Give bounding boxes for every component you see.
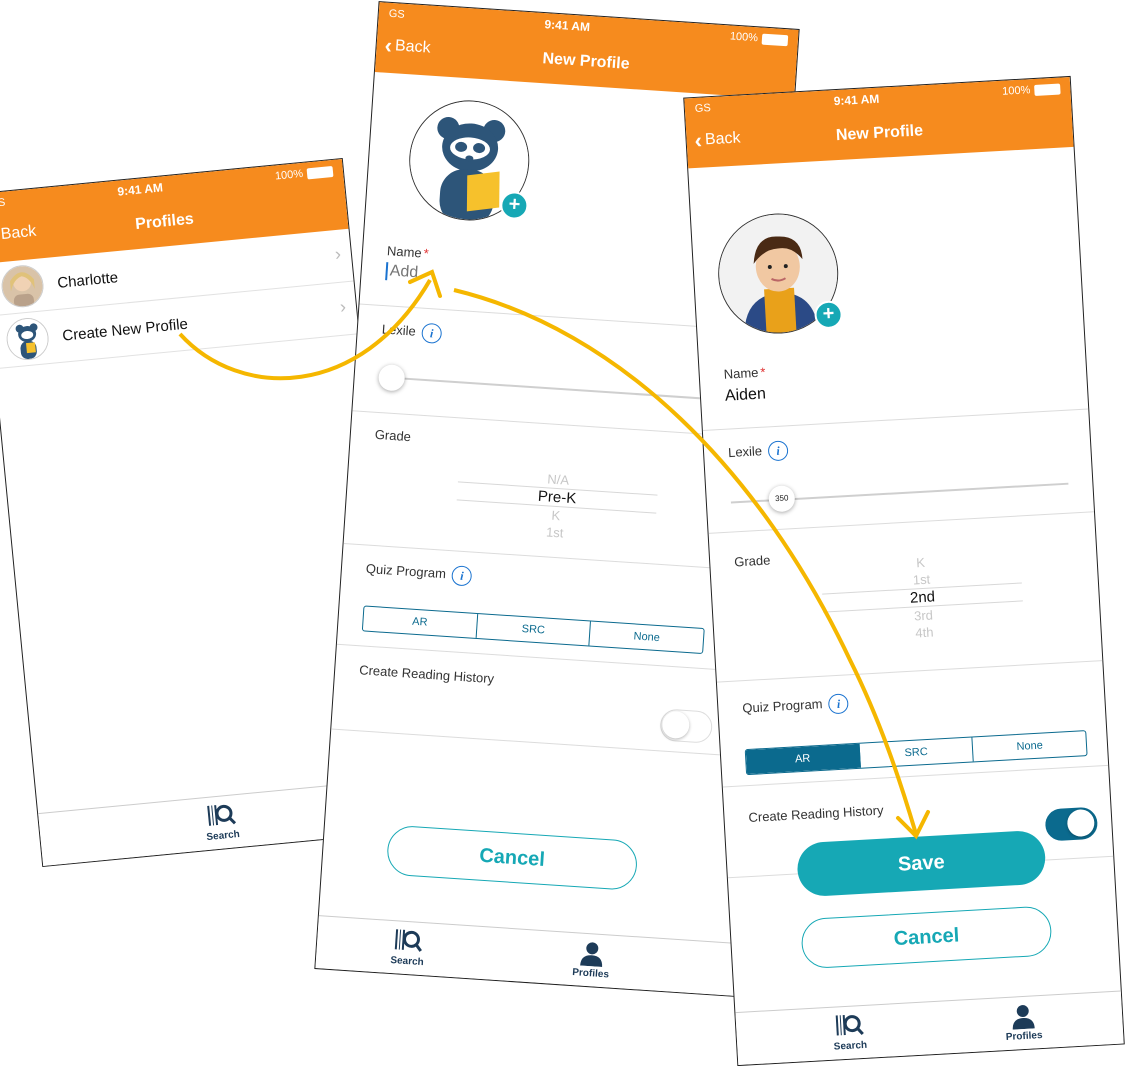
back-button[interactable]: ‹Back (693, 127, 741, 153)
tab-search[interactable]: Search (372, 926, 444, 970)
quiz-program-row: Quiz Program i AR SRC None (717, 679, 1109, 788)
segment-src[interactable]: SRC (859, 737, 975, 768)
grade-picker[interactable]: K 1st 2nd 3rd 4th (820, 548, 1025, 646)
cancel-button[interactable]: Cancel (385, 824, 639, 892)
tab-bar: Search Profiles (315, 915, 738, 996)
avatar (0, 263, 46, 310)
avatar-section: + (688, 147, 1084, 358)
lexile-label: Lexile (727, 443, 763, 461)
tab-bar: Search Profiles (735, 990, 1124, 1066)
battery-indicator: 100% (1002, 83, 1061, 98)
tab-search[interactable]: Search (185, 799, 258, 845)
quiz-program-segmented: AR SRC None (744, 730, 1088, 776)
barcode-search-icon (394, 929, 422, 952)
grade-picker[interactable]: N/A Pre-K K 1st (454, 464, 658, 547)
page-title: New Profile (835, 122, 924, 145)
person-icon (580, 942, 603, 968)
profile-name: Create New Profile (61, 315, 189, 345)
chevron-left-icon: ‹ (693, 127, 703, 153)
name-label: Name (386, 243, 423, 261)
tab-label: Search (389, 954, 425, 969)
segment-src[interactable]: SRC (476, 614, 592, 646)
battery-icon (306, 165, 334, 180)
quiz-program-row: Quiz Program i AR SRC None (336, 557, 762, 673)
chevron-right-icon: › (339, 296, 347, 317)
quiz-program-label: Quiz Program (365, 560, 447, 582)
tab-label: Profiles (571, 967, 610, 981)
battery-icon (1034, 83, 1061, 96)
segment-ar[interactable]: AR (745, 743, 861, 775)
cancel-button[interactable]: Cancel (800, 905, 1053, 970)
lexile-slider-knob[interactable] (377, 363, 406, 392)
back-button[interactable]: ‹Back (383, 32, 431, 59)
status-time: 9:41 AM (544, 17, 591, 35)
battery-icon (761, 33, 789, 46)
battery-indicator: 100% (274, 165, 334, 183)
tab-label: Search (833, 1039, 868, 1053)
quiz-program-segmented: AR SRC None (361, 605, 705, 655)
battery-indicator: 100% (729, 30, 789, 46)
new-profile-screen-filled: GS 9:41 AM 100% ‹ Back New Profile + Name… (683, 75, 1125, 1066)
info-icon[interactable]: i (767, 440, 789, 462)
reading-history-row: Create Reading History (331, 660, 755, 758)
segment-none[interactable]: None (590, 622, 704, 653)
carrier-label: GS (694, 102, 712, 115)
tab-profiles[interactable]: Profiles (987, 1001, 1059, 1044)
person-icon (1012, 1005, 1035, 1030)
lexile-slider-knob[interactable]: 350 (768, 485, 796, 513)
info-icon[interactable]: i (421, 322, 443, 344)
info-icon[interactable]: i (451, 565, 473, 587)
profile-name: Charlotte (56, 268, 119, 292)
quiz-program-label: Quiz Program (741, 696, 823, 716)
required-asterisk: * (423, 245, 430, 261)
reading-history-toggle[interactable] (1044, 806, 1099, 842)
name-field-row: Name* Aiden (699, 346, 1089, 432)
status-time: 9:41 AM (833, 91, 880, 109)
tab-profiles[interactable]: Profiles (555, 938, 627, 982)
chevron-right-icon: › (333, 243, 342, 265)
barcode-search-icon (207, 804, 237, 826)
tab-label: Search (206, 828, 241, 844)
status-time: 9:41 AM (116, 180, 164, 199)
reading-history-toggle[interactable] (659, 708, 714, 744)
carrier-label: GS (388, 7, 406, 21)
chevron-left-icon: ‹ (383, 32, 393, 59)
carrier-label: GS (0, 196, 6, 211)
name-label: Name (723, 364, 759, 382)
required-asterisk: * (759, 364, 766, 380)
tab-search[interactable]: Search (814, 1011, 886, 1054)
add-photo-button[interactable]: + (813, 300, 844, 330)
segment-ar[interactable]: AR (362, 606, 478, 638)
tab-label: Profiles (1005, 1030, 1043, 1044)
grade-row: Grade K 1st 2nd 3rd 4th (709, 534, 1103, 683)
add-photo-button[interactable]: + (499, 190, 530, 221)
lexile-row: Lexile i 350 (703, 423, 1095, 534)
mascot-avatar (4, 316, 51, 362)
segment-none[interactable]: None (973, 731, 1087, 761)
lexile-label: Lexile (381, 321, 417, 339)
info-icon[interactable]: i (827, 693, 850, 715)
barcode-search-icon (835, 1015, 864, 1036)
